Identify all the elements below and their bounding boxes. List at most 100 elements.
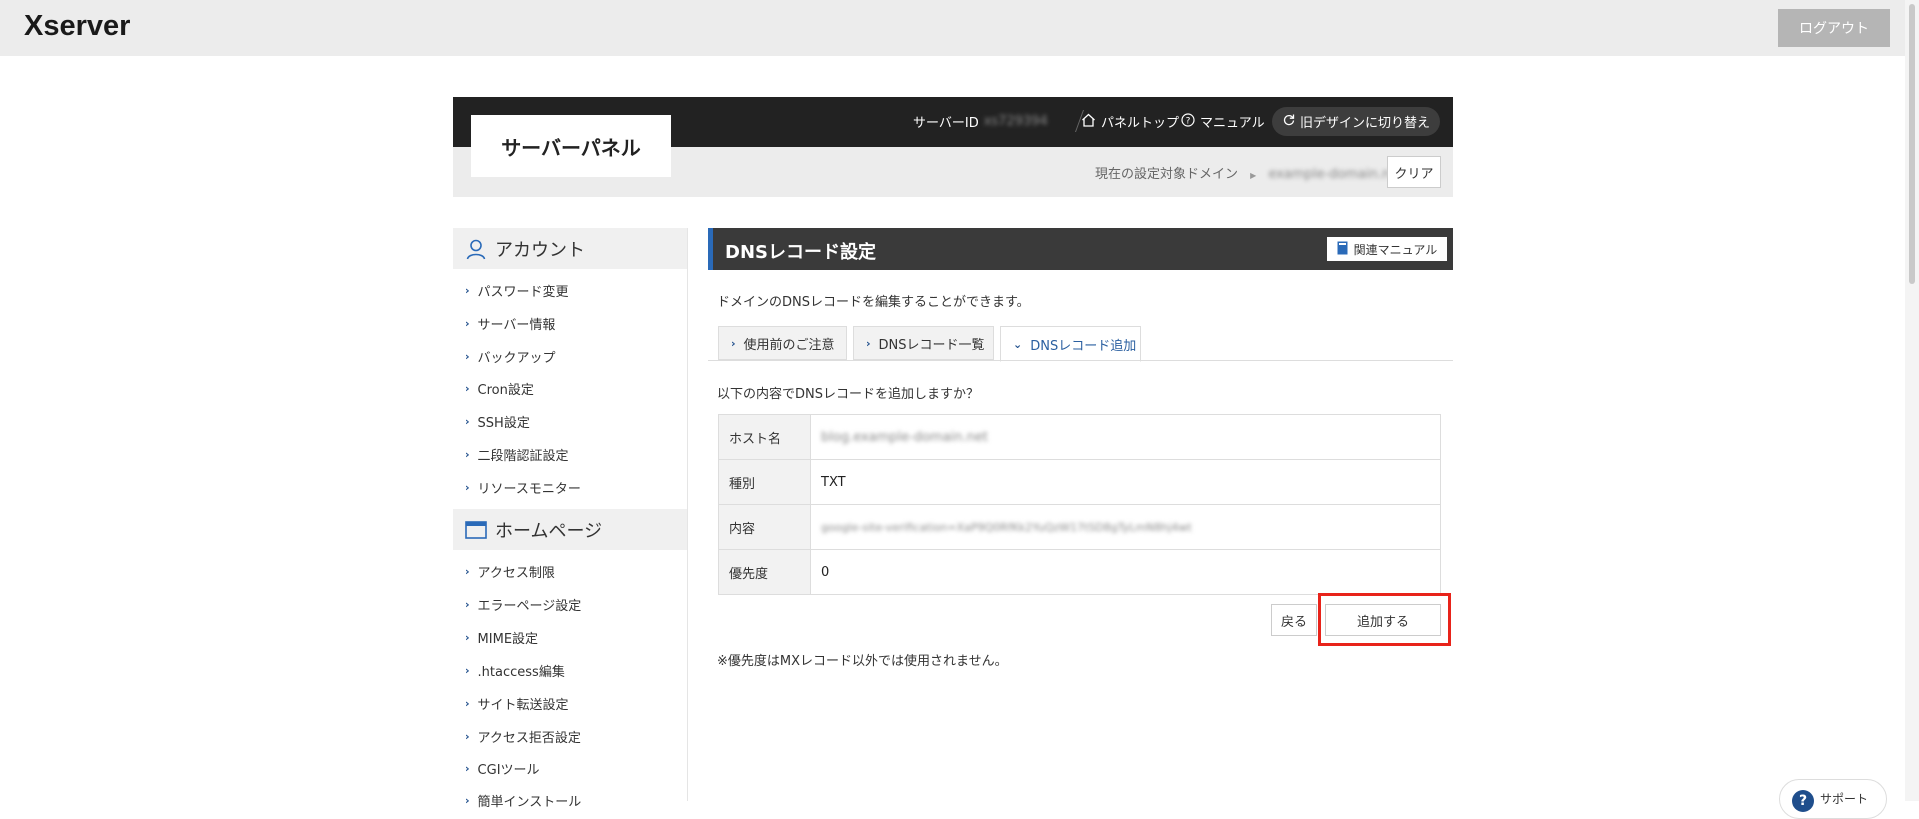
sidebar-item-cron[interactable]: › Cron設定 <box>465 379 534 398</box>
priority-label: 優先度 <box>718 549 811 595</box>
sidebar-item-password[interactable]: › パスワード変更 <box>465 281 569 300</box>
related-manual-button[interactable]: 関連マニュアル <box>1327 237 1447 261</box>
host-value: blog.example-domain.net <box>821 429 989 445</box>
sidebar-item-site-redirect[interactable]: › サイト転送設定 <box>465 694 569 713</box>
sidebar-item-label: .htaccess編集 <box>477 665 565 680</box>
support-button[interactable]: ? サポート <box>1779 779 1887 819</box>
logout-button[interactable]: ログアウト <box>1778 9 1890 47</box>
old-design-label: 旧デザインに切り替え <box>1299 116 1430 131</box>
sidebar-item-mime[interactable]: › MIME設定 <box>465 628 538 647</box>
sidebar-item-label: Cron設定 <box>477 383 534 398</box>
chevron-right-icon: › <box>465 284 470 297</box>
book-icon <box>1337 241 1348 258</box>
home-icon <box>1081 113 1096 131</box>
clear-button[interactable]: クリア <box>1387 156 1441 188</box>
chevron-right-icon: › <box>465 481 470 494</box>
server-id: サーバーID xs729394 <box>913 112 1048 131</box>
sidebar-item-resource-monitor[interactable]: › リソースモニター <box>465 478 581 497</box>
refresh-icon <box>1282 113 1295 130</box>
current-domain-value: example-domain.net <box>1268 167 1404 182</box>
table-row: 内容 google-site-verification=XaP9Q0RfKk2Y… <box>718 504 1441 550</box>
tab-label: DNSレコード追加 <box>1030 338 1137 354</box>
table-row: 優先度 0 <box>718 549 1441 595</box>
server-id-label: サーバーID <box>913 116 979 131</box>
chevron-right-icon: › <box>465 415 470 428</box>
sidebar-item-access-restriction[interactable]: › アクセス制限 <box>465 562 555 581</box>
user-icon <box>465 238 487 260</box>
sidebar: アカウント › パスワード変更 › サーバー情報 › バックアップ › Cron設定 ›… <box>453 228 688 810</box>
sidebar-item-label: MIME設定 <box>477 632 539 647</box>
current-domain-label: 現在の設定対象ドメイン <box>1095 167 1239 182</box>
sidebar-item-access-deny[interactable]: › アクセス拒否設定 <box>465 727 581 746</box>
browser-window-icon <box>465 519 487 541</box>
priority-note: ※優先度はMXレコード以外では使用されません。 <box>717 654 1008 669</box>
sidebar-item-label: リソースモニター <box>477 482 581 497</box>
content-label: 内容 <box>718 504 811 550</box>
sidebar-item-two-factor[interactable]: › 二段階認証設定 <box>465 445 569 464</box>
content-value-cell: google-site-verification=XaP9Q0RfKk2YuQz… <box>810 504 1441 550</box>
sidebar-item-error-page[interactable]: › エラーページ設定 <box>465 595 581 614</box>
sidebar-item-label: 二段階認証設定 <box>477 449 569 464</box>
sidebar-item-label: SSH設定 <box>477 416 530 431</box>
panel-header: サーバーID xs729394 パネルトップ ? マニュアル 旧デザインに切り替… <box>453 97 1453 197</box>
chevron-right-icon: › <box>465 730 470 743</box>
chevron-right-icon: › <box>465 565 470 578</box>
manual-label: マニュアル <box>1200 116 1265 131</box>
table-row: 種別 TXT <box>718 459 1441 505</box>
related-manual-label: 関連マニュアル <box>1353 242 1438 257</box>
chevron-right-icon: › <box>465 631 470 644</box>
panel-top-label: パネルトップ <box>1101 116 1180 131</box>
chevron-right-icon: › <box>465 350 470 363</box>
top-bar: Xserver ログアウト <box>0 0 1919 56</box>
chevron-down-icon: ⌄ <box>1013 337 1023 351</box>
svg-text:?: ? <box>1186 116 1191 126</box>
confirm-message: 以下の内容でDNSレコードを追加しますか？ <box>717 387 979 402</box>
old-design-switch-button[interactable]: 旧デザインに切り替え <box>1272 107 1440 136</box>
triangle-right-icon: ▶ <box>1250 171 1257 180</box>
tab-dns-record-list[interactable]: › DNSレコード一覧 <box>853 326 994 360</box>
sidebar-section-title: アカウント <box>495 239 585 261</box>
panel-top-link[interactable]: パネルトップ <box>1081 112 1179 131</box>
server-id-value: xs729394 <box>983 114 1048 129</box>
sidebar-item-server-info[interactable]: › サーバー情報 <box>465 314 555 333</box>
sidebar-item-label: パスワード変更 <box>477 285 569 300</box>
tab-precautions[interactable]: › 使用前のご注意 <box>718 326 847 360</box>
chevron-right-icon: › <box>465 448 470 461</box>
help-icon: ? <box>1792 790 1814 812</box>
page-scrollbar[interactable] <box>1905 0 1919 801</box>
add-button-highlight <box>1318 593 1451 646</box>
content-value: google-site-verification=XaP9Q0RfKk2YuQz… <box>821 520 1192 534</box>
manual-link[interactable]: ? マニュアル <box>1181 112 1265 131</box>
sidebar-section-account: アカウント <box>453 228 687 269</box>
chevron-right-icon: › <box>465 317 470 330</box>
sidebar-section-title: ホームページ <box>495 520 603 542</box>
sidebar-item-label: アクセス拒否設定 <box>477 731 581 746</box>
sidebar-item-label: サーバー情報 <box>477 318 556 333</box>
back-button[interactable]: 戻る <box>1271 604 1317 636</box>
record-table: ホスト名 blog.example-domain.net 種別 TXT 内容 g… <box>718 414 1441 595</box>
host-value-cell: blog.example-domain.net <box>810 414 1441 460</box>
chevron-right-icon: › <box>465 762 470 775</box>
sidebar-item-cgi-tools[interactable]: › CGIツール <box>465 759 540 778</box>
sidebar-item-label: バックアップ <box>477 351 556 366</box>
chevron-right-icon: › <box>465 382 470 395</box>
chevron-right-icon: › <box>465 697 470 710</box>
type-value: TXT <box>810 459 1441 505</box>
priority-value: 0 <box>810 549 1441 595</box>
help-circle-icon: ? <box>1181 112 1195 131</box>
support-label: サポート <box>1820 792 1869 806</box>
chevron-right-icon: › <box>465 598 470 611</box>
tab-dns-record-add[interactable]: ⌄ DNSレコード追加 <box>1000 326 1141 362</box>
sidebar-item-backup[interactable]: › バックアップ <box>465 347 556 366</box>
xserver-logo[interactable]: Xserver <box>24 10 130 43</box>
panel-title: サーバーパネル <box>471 115 671 177</box>
tab-label: 使用前のご注意 <box>743 337 835 353</box>
sidebar-item-htaccess[interactable]: › .htaccess編集 <box>465 661 565 680</box>
chevron-right-icon: › <box>731 336 736 350</box>
chevron-right-icon: › <box>465 664 470 677</box>
page-description: ドメインのDNSレコードを編集することができます。 <box>717 295 1030 310</box>
sidebar-item-ssh[interactable]: › SSH設定 <box>465 412 530 431</box>
table-row: ホスト名 blog.example-domain.net <box>718 414 1441 460</box>
type-label: 種別 <box>718 459 811 505</box>
scrollbar-thumb[interactable] <box>1909 4 1915 284</box>
